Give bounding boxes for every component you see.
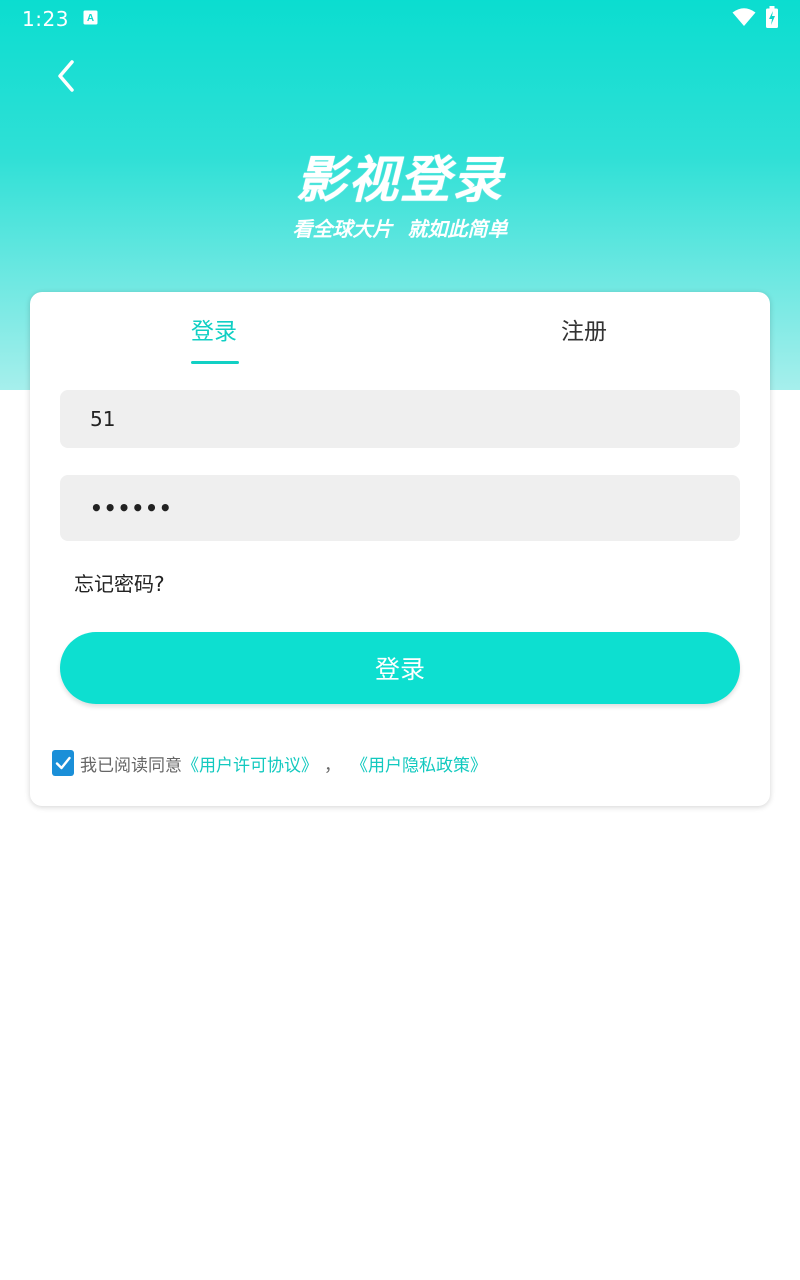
login-card: 登录 注册 51 •••••• 忘记密码? 登录 我已阅读同意 《用户许可协议》… [30, 292, 770, 806]
active-tab-indicator [191, 361, 239, 364]
agreement-checkbox[interactable] [52, 750, 74, 776]
page-subtitle: 看全球大片 就如此简单 [292, 217, 508, 241]
status-bar: 1:23 A [0, 0, 800, 36]
agreement-prefix: 我已阅读同意 [80, 755, 182, 776]
chevron-left-icon [58, 60, 74, 92]
password-input-value: •••••• [90, 496, 173, 520]
account-input-value: 51 [90, 407, 116, 431]
user-license-link[interactable]: 《用户许可协议》 [182, 751, 318, 776]
login-button-label: 登录 [374, 655, 425, 684]
battery-charging-icon [766, 6, 778, 28]
status-time: 1:23 [22, 7, 69, 31]
svg-text:A: A [87, 13, 94, 24]
agreement-row: 我已阅读同意 《用户许可协议》 ， 《用户隐私政策》 [52, 749, 487, 777]
forgot-password-link[interactable]: 忘记密码? [74, 568, 165, 597]
page-title: 影视登录 [296, 151, 504, 209]
checkmark-icon [55, 756, 71, 770]
agreement-separator: ， [324, 755, 341, 776]
tab-login[interactable]: 登录 [191, 312, 237, 346]
app-a-icon: A [83, 10, 98, 25]
password-input[interactable]: •••••• [60, 475, 740, 541]
login-button[interactable]: 登录 [60, 632, 740, 704]
tab-register[interactable]: 注册 [561, 312, 607, 346]
account-input[interactable]: 51 [60, 390, 740, 448]
back-button[interactable] [44, 54, 88, 98]
privacy-policy-link[interactable]: 《用户隐私政策》 [351, 751, 487, 776]
wifi-icon [732, 8, 756, 26]
